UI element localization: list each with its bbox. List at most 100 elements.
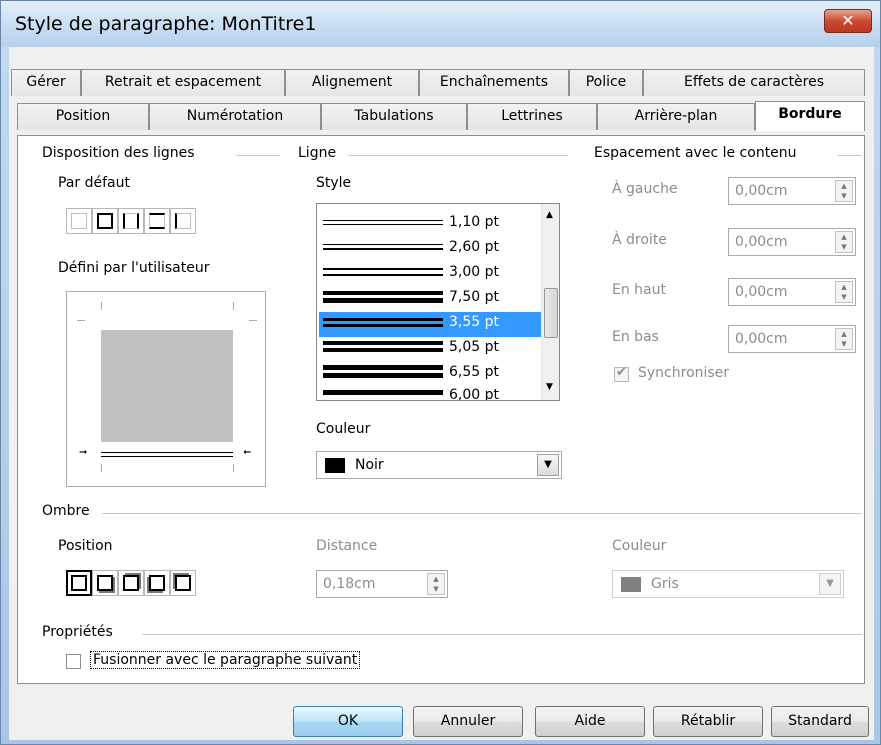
standard-button[interactable]: Standard <box>771 706 869 737</box>
shadow-color-dropdown[interactable]: Gris ▼ <box>612 570 844 598</box>
line-style-value: 6,55 pt <box>449 364 499 380</box>
spin-arrows-icon[interactable]: ▲ ▼ <box>835 328 853 350</box>
close-button[interactable]: ✕ <box>824 9 872 33</box>
shadow-top-right-icon <box>123 575 139 591</box>
line-style-value: 1,10 pt <box>449 214 499 230</box>
tab-alignement[interactable]: Alignement <box>285 69 419 96</box>
tab-arriere-plan[interactable]: Arrière-plan <box>597 103 755 130</box>
list-item[interactable]: 2,60 pt <box>319 237 541 262</box>
line-color-dropdown[interactable]: Noir ▼ <box>316 451 562 479</box>
preset-top-bottom[interactable] <box>144 208 170 234</box>
preset-left[interactable] <box>170 208 196 234</box>
line-sample <box>323 341 443 345</box>
shadow-top-right[interactable] <box>118 570 144 596</box>
line-sample <box>323 318 443 321</box>
preview-bottom-line <box>101 452 233 453</box>
reset-button[interactable]: Rétablir <box>653 706 763 737</box>
dialog-client: Gérer Retrait et espacement Alignement E… <box>9 47 874 740</box>
shadow-top-left[interactable] <box>170 570 196 596</box>
preset-left-right[interactable] <box>118 208 144 234</box>
corner-mark <box>101 302 102 310</box>
list-item[interactable]: 7,50 pt <box>319 287 541 312</box>
preview-paragraph-area <box>101 330 233 442</box>
tab-retrait-espacement[interactable]: Retrait et espacement <box>81 69 285 96</box>
line-sample <box>323 220 443 221</box>
spacing-right-field[interactable]: 0,00cm ▲ ▼ <box>728 228 856 256</box>
spin-arrows-icon[interactable]: ▲ ▼ <box>427 573 445 595</box>
shadow-position-label: Position <box>58 538 113 554</box>
line-sample <box>323 298 443 303</box>
dialog-window: Style de paragraphe: MonTitre1 ✕ Gérer R… <box>0 0 881 745</box>
list-scrollbar[interactable]: ▲ ▼ <box>541 204 559 400</box>
line-sample <box>323 274 443 276</box>
chevron-down-icon[interactable]: ▼ <box>819 573 841 595</box>
spacing-bottom-field[interactable]: 0,00cm ▲ ▼ <box>728 325 856 353</box>
shadow-none[interactable] <box>66 570 92 596</box>
shadow-bottom-right[interactable] <box>92 570 118 596</box>
merge-label[interactable]: Fusionner avec le paragraphe suivant <box>90 651 361 669</box>
ok-button[interactable]: OK <box>293 706 403 737</box>
border-preview[interactable]: ➞ ➞ <box>66 291 266 487</box>
tab-tabulations[interactable]: Tabulations <box>321 103 467 130</box>
shadow-distance-value: 0,18cm <box>323 576 376 592</box>
tab-row-2: Position Numérotation Tabulations Lettri… <box>9 101 874 131</box>
spacing-top-label: En haut <box>612 282 666 298</box>
tab-position[interactable]: Position <box>17 103 149 130</box>
scroll-thumb[interactable] <box>544 288 558 338</box>
check-icon: ✔ <box>616 365 627 380</box>
list-item[interactable]: 6,55 pt <box>319 362 541 387</box>
line-sample <box>323 248 443 250</box>
preset-box[interactable] <box>92 208 118 234</box>
tab-enchainements[interactable]: Enchaînements <box>419 69 569 96</box>
sync-checkbox[interactable]: ✔ <box>614 365 629 382</box>
spin-arrows-icon[interactable]: ▲ ▼ <box>835 180 853 202</box>
properties-title: Propriétés <box>42 624 113 640</box>
line-sample <box>323 373 443 378</box>
tab-numerotation[interactable]: Numérotation <box>149 103 321 130</box>
tab-lettrines[interactable]: Lettrines <box>467 103 597 130</box>
list-item[interactable]: 6,00 pt <box>319 387 541 400</box>
sync-label: Synchroniser <box>638 365 730 381</box>
merge-checkbox[interactable] <box>66 654 81 669</box>
line-sample <box>323 291 443 295</box>
line-sample <box>323 365 443 370</box>
spin-arrows-icon[interactable]: ▲ ▼ <box>835 281 853 303</box>
line-style-value: 5,05 pt <box>449 339 499 355</box>
default-label: Par défaut <box>58 175 130 191</box>
scroll-up-icon[interactable]: ▲ <box>546 210 553 220</box>
style-label: Style <box>316 175 352 191</box>
spacing-bottom-value: 0,00cm <box>735 331 788 347</box>
help-button[interactable]: Aide <box>535 706 645 737</box>
list-item-selected[interactable]: 3,55 pt <box>319 312 541 337</box>
line-style-list[interactable]: 1,10 pt 2,60 pt 3,00 pt 7,50 pt 3,55 pt … <box>316 203 560 401</box>
arrow-left-icon: ➞ <box>243 447 252 458</box>
tab-police[interactable]: Police <box>569 69 643 96</box>
tab-row-1: Gérer Retrait et espacement Alignement E… <box>9 69 874 96</box>
line-sample <box>323 324 443 327</box>
shadow-bottom-right-icon <box>97 575 113 591</box>
scroll-down-icon[interactable]: ▼ <box>546 382 553 392</box>
preset-none[interactable] <box>66 208 92 234</box>
list-item[interactable]: 5,05 pt <box>319 337 541 362</box>
group-divider <box>142 634 862 635</box>
tab-bordure[interactable]: Bordure <box>755 101 865 131</box>
spacing-left-field[interactable]: 0,00cm ▲ ▼ <box>728 177 856 205</box>
spacing-left-label: À gauche <box>612 181 678 197</box>
title-bar[interactable]: Style de paragraphe: MonTitre1 ✕ <box>1 1 880 47</box>
line-style-value: 7,50 pt <box>449 289 499 305</box>
tab-effets-caracteres[interactable]: Effets de caractères <box>643 69 865 96</box>
shadow-bottom-left[interactable] <box>144 570 170 596</box>
list-item[interactable]: 3,00 pt <box>319 262 541 287</box>
spin-arrows-icon[interactable]: ▲ ▼ <box>835 231 853 253</box>
shadow-none-icon <box>71 575 87 591</box>
spacing-top-field[interactable]: 0,00cm ▲ ▼ <box>728 278 856 306</box>
chevron-down-icon[interactable]: ▼ <box>537 454 559 476</box>
shadow-distance-field[interactable]: 0,18cm ▲ ▼ <box>316 570 448 598</box>
spacing-right-value: 0,00cm <box>735 234 788 250</box>
close-icon: ✕ <box>841 11 855 30</box>
shadow-color-label: Couleur <box>612 538 667 554</box>
cancel-button[interactable]: Annuler <box>413 706 523 737</box>
shadow-bottom-left-icon <box>149 575 165 591</box>
list-item[interactable]: 1,10 pt <box>319 212 541 237</box>
tab-gerer[interactable]: Gérer <box>11 69 81 96</box>
